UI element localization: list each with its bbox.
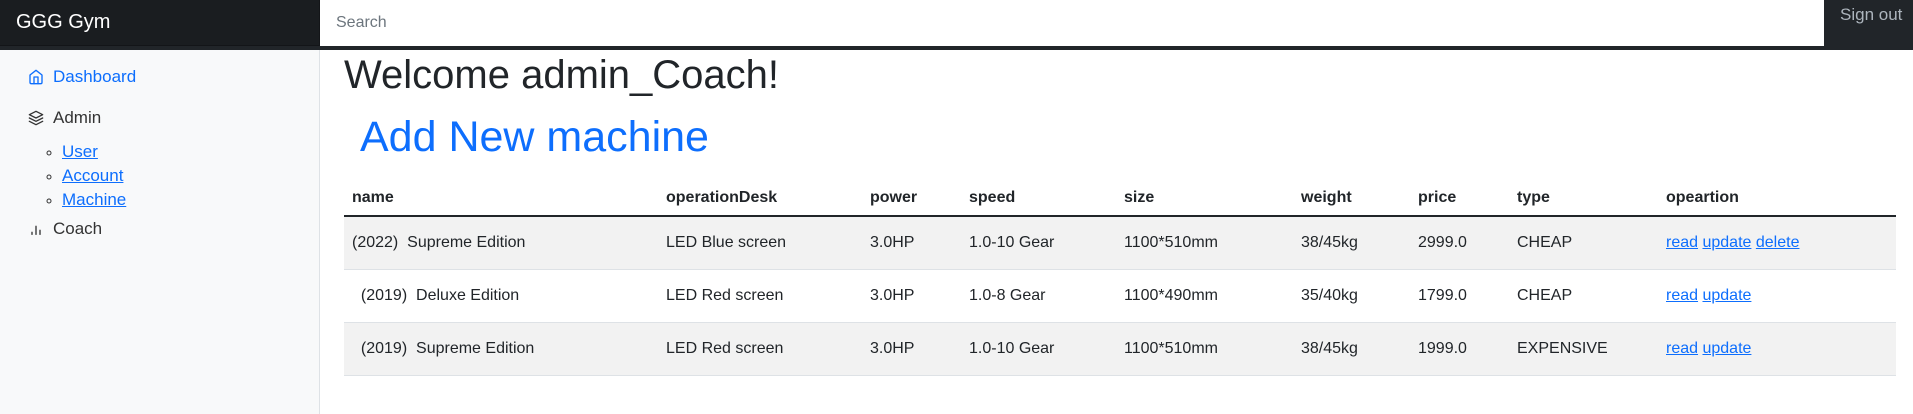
- sidebar-subitem-account[interactable]: Account: [62, 166, 123, 185]
- cell-operation: read update: [1658, 269, 1896, 323]
- list-item: Account: [62, 164, 126, 188]
- cell-weight: 38/45kg: [1293, 322, 1410, 376]
- cell-operationdesk: LED Blue screen: [658, 216, 862, 270]
- cell-weight: 35/40kg: [1293, 269, 1410, 323]
- sidebar-item-label: Admin: [53, 108, 102, 127]
- brand-title[interactable]: GGG Gym: [0, 0, 320, 46]
- cell-power: 3.0HP: [862, 216, 961, 270]
- cell-size: 1100*510mm: [1116, 216, 1293, 270]
- cell-name: (2022) Supreme Edition: [344, 216, 658, 270]
- cell-speed: 1.0-10 Gear: [961, 216, 1116, 270]
- table-header-row: name operationDesk power speed size weig…: [344, 180, 1896, 217]
- read-link[interactable]: read: [1666, 340, 1698, 357]
- cell-operation: read update delete: [1658, 216, 1896, 270]
- delete-link[interactable]: delete: [1756, 234, 1800, 251]
- sidebar-item-coach[interactable]: Coach: [28, 219, 102, 239]
- admin-submenu: User Account Machine: [62, 140, 126, 212]
- cell-price: 2999.0: [1410, 216, 1509, 270]
- search-input[interactable]: [320, 0, 1824, 46]
- cell-type: CHEAP: [1509, 216, 1658, 270]
- cell-power: 3.0HP: [862, 322, 961, 376]
- sidebar-subitem-user[interactable]: User: [62, 142, 98, 161]
- bar-chart-icon: [31, 225, 41, 235]
- cell-type: CHEAP: [1509, 269, 1658, 323]
- update-link[interactable]: update: [1702, 287, 1751, 304]
- cell-weight: 38/45kg: [1293, 216, 1410, 270]
- column-header-speed: speed: [961, 180, 1116, 217]
- table-row: (2019) Supreme Edition LED Red screen 3.…: [344, 322, 1896, 376]
- cell-operation: read update: [1658, 322, 1896, 376]
- list-item: Machine: [62, 188, 126, 212]
- table-row: (2022) Supreme Edition LED Blue screen 3…: [344, 216, 1896, 270]
- column-header-name: name: [344, 180, 658, 217]
- cell-name: (2019) Supreme Edition: [344, 322, 658, 376]
- column-header-price: price: [1410, 180, 1509, 217]
- home-icon: [29, 69, 43, 85]
- cell-speed: 1.0-10 Gear: [961, 322, 1116, 376]
- cell-type: EXPENSIVE: [1509, 322, 1658, 376]
- layers-icon: [28, 110, 44, 126]
- cell-operationdesk: LED Red screen: [658, 269, 862, 323]
- cell-size: 1100*510mm: [1116, 322, 1293, 376]
- cell-name: (2019) Deluxe Edition: [344, 269, 658, 323]
- page-title: Welcome admin_Coach!: [344, 53, 780, 97]
- column-header-power: power: [862, 180, 961, 217]
- update-link[interactable]: update: [1702, 234, 1751, 251]
- column-header-type: type: [1509, 180, 1658, 217]
- sidebar-item-label: Dashboard: [53, 67, 137, 86]
- table-row: (2019) Deluxe Edition LED Red screen 3.0…: [344, 269, 1896, 323]
- column-header-operation: opeartion: [1658, 180, 1896, 217]
- cell-price: 1999.0: [1410, 322, 1509, 376]
- sidebar: Dashboard Admin User Account Machine Coa…: [0, 50, 320, 414]
- sidebar-item-admin[interactable]: Admin: [28, 108, 101, 128]
- list-item: User: [62, 140, 126, 164]
- read-link[interactable]: read: [1666, 234, 1698, 251]
- sidebar-subitem-machine[interactable]: Machine: [62, 190, 126, 209]
- signout-link[interactable]: Sign out: [1840, 4, 1902, 26]
- read-link[interactable]: read: [1666, 287, 1698, 304]
- cell-speed: 1.0-8 Gear: [961, 269, 1116, 323]
- machines-table: name operationDesk power speed size weig…: [344, 180, 1896, 376]
- cell-price: 1799.0: [1410, 269, 1509, 323]
- update-link[interactable]: update: [1702, 340, 1751, 357]
- sidebar-item-dashboard[interactable]: Dashboard: [28, 67, 136, 87]
- top-navbar: GGG Gym Sign out: [0, 0, 1913, 50]
- cell-power: 3.0HP: [862, 269, 961, 323]
- column-header-operationdesk: operationDesk: [658, 180, 862, 217]
- cell-size: 1100*490mm: [1116, 269, 1293, 323]
- column-header-weight: weight: [1293, 180, 1410, 217]
- sidebar-item-label: Coach: [53, 219, 103, 238]
- column-header-size: size: [1116, 180, 1293, 217]
- add-new-machine-link[interactable]: Add New machine: [360, 110, 709, 164]
- cell-operationdesk: LED Red screen: [658, 322, 862, 376]
